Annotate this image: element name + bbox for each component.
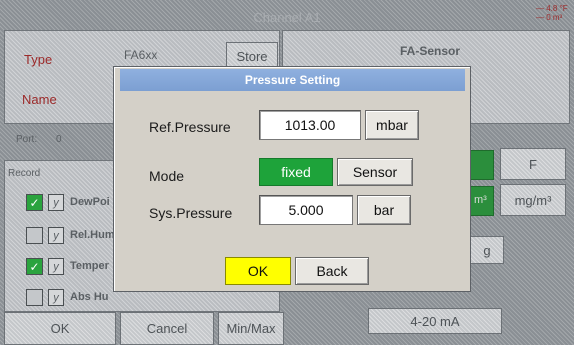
bottom-ok-button[interactable]: OK	[4, 312, 116, 345]
record-checkbox[interactable]: ✓	[26, 258, 43, 275]
record-edit-icon[interactable]: y	[48, 289, 64, 306]
dialog-title: Pressure Setting	[120, 69, 465, 91]
pressure-setting-dialog: Pressure Setting Ref.Pressure 1013.00 mb…	[113, 66, 471, 292]
ok-button[interactable]: OK	[225, 257, 291, 285]
mode-fixed-button[interactable]: fixed	[259, 158, 333, 186]
window-title: Channel A1	[253, 10, 321, 25]
sensor-header: FA-Sensor	[400, 44, 461, 58]
port-label: Port:	[16, 134, 38, 145]
type-value[interactable]: FA6xx	[124, 48, 157, 62]
record-item[interactable]: Abs Hu	[70, 291, 109, 303]
bottom-minmax-button[interactable]: Min/Max	[218, 312, 284, 345]
ref-pressure-unit-button[interactable]: mbar	[365, 110, 419, 140]
record-edit-icon[interactable]: y	[48, 227, 64, 244]
record-checkbox[interactable]	[26, 227, 43, 244]
bottom-cancel-button[interactable]: Cancel	[120, 312, 214, 345]
unit-indicator	[470, 150, 494, 180]
sys-pressure-input[interactable]: 5.000	[259, 195, 353, 225]
output-button[interactable]: 4-20 mA	[368, 308, 502, 334]
unit-f-button[interactable]: F	[500, 148, 566, 180]
name-label: Name	[22, 92, 57, 107]
unit-mgm3-button[interactable]: mg/m³	[500, 184, 566, 216]
unit-g-button[interactable]: g	[470, 236, 504, 264]
record-edit-icon[interactable]: y	[48, 258, 64, 275]
status-line: — 4.8 °F	[536, 4, 568, 13]
unit-m3-label: m³	[474, 194, 487, 206]
mode-sensor-button[interactable]: Sensor	[337, 158, 413, 186]
mode-label: Mode	[149, 168, 185, 184]
record-checkbox[interactable]: ✓	[26, 194, 43, 211]
ref-pressure-input[interactable]: 1013.00	[259, 110, 361, 140]
record-item[interactable]: Temper	[70, 260, 109, 272]
record-edit-icon[interactable]: y	[48, 194, 64, 211]
status-corner: — 4.8 °F — 0 m³	[536, 4, 568, 22]
sys-pressure-unit-button[interactable]: bar	[357, 195, 411, 225]
back-button[interactable]: Back	[295, 257, 369, 285]
record-item[interactable]: DewPoi	[70, 196, 110, 208]
port-value: 0	[56, 134, 62, 145]
record-item[interactable]: Rel.Hum	[70, 229, 115, 241]
sys-pressure-label: Sys.Pressure	[149, 205, 233, 221]
status-line: — 0 m³	[536, 13, 563, 22]
type-label: Type	[24, 52, 53, 67]
ref-pressure-label: Ref.Pressure	[149, 119, 231, 135]
record-label: Record	[8, 168, 41, 179]
record-checkbox[interactable]	[26, 289, 43, 306]
